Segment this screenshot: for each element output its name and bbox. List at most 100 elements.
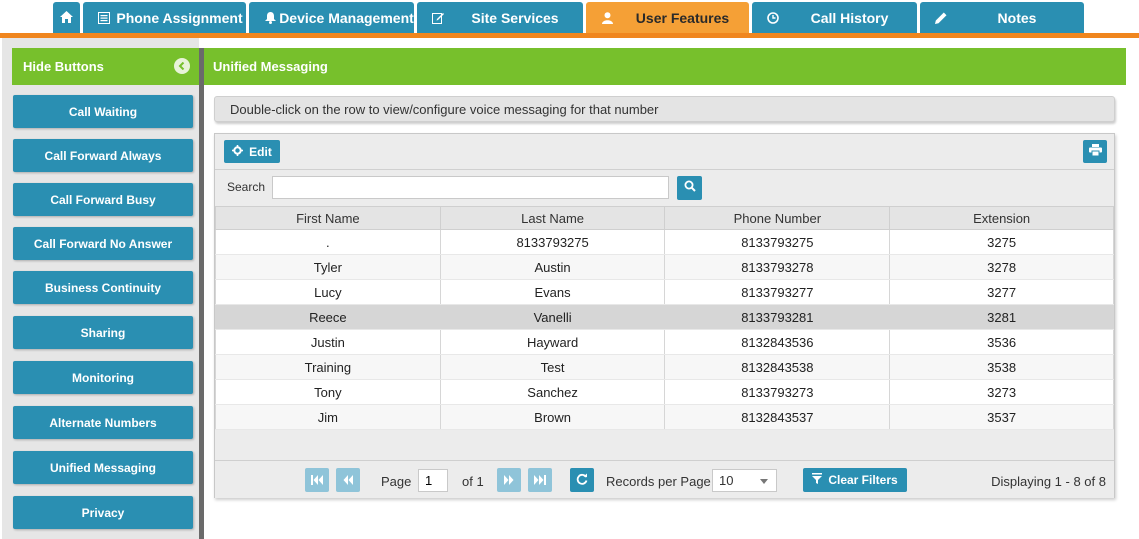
search-icon: [684, 179, 696, 197]
phone-table: First Name Last Name Phone Number Extens…: [215, 206, 1114, 430]
cell-extension: 3278: [889, 254, 1114, 280]
cell-extension: 3281: [889, 304, 1114, 330]
sidebar-btn-sharing[interactable]: Sharing: [13, 316, 193, 349]
table-row[interactable]: Tony Sanchez 8133793273 3273: [215, 379, 1114, 405]
sidebar-btn-call-forward-no-answer[interactable]: Call Forward No Answer: [13, 227, 193, 260]
first-page-icon: [311, 473, 323, 488]
cell-phone-number: 8132843537: [664, 404, 891, 430]
tab-call-history[interactable]: Call History: [752, 2, 917, 33]
refresh-button[interactable]: [570, 468, 594, 492]
next-page-icon: [504, 473, 514, 488]
cell-extension: 3537: [889, 404, 1114, 430]
cell-phone-number: 8133793275: [664, 229, 891, 255]
tab-device-management[interactable]: Device Management: [249, 2, 414, 33]
sidebar-btn-unified-messaging[interactable]: Unified Messaging: [13, 451, 193, 484]
clock-icon: [764, 11, 782, 24]
cell-first-name: Tyler: [215, 254, 441, 280]
cell-phone-number: 8133793281: [664, 304, 891, 330]
cell-first-name: Justin: [215, 329, 441, 355]
tab-label: User Features: [635, 9, 730, 26]
table-row-selected[interactable]: Reece Vanelli 8133793281 3281: [215, 304, 1114, 330]
table-row[interactable]: Training Test 8132843538 3538: [215, 354, 1114, 380]
search-button[interactable]: [677, 176, 702, 200]
cell-last-name: Test: [439, 354, 666, 380]
clear-filters-button[interactable]: Clear Filters: [803, 468, 907, 492]
last-page-button[interactable]: [528, 468, 552, 492]
last-page-icon: [534, 473, 546, 488]
cell-extension: 3273: [889, 379, 1114, 405]
first-page-button[interactable]: [305, 468, 329, 492]
sidebar-btn-call-forward-always[interactable]: Call Forward Always: [13, 139, 193, 172]
tab-label: Notes: [997, 9, 1037, 26]
next-page-button[interactable]: [497, 468, 521, 492]
column-header-first-name[interactable]: First Name: [215, 206, 441, 230]
tab-site-services[interactable]: Site Services: [417, 2, 583, 33]
hide-buttons-toggle[interactable]: Hide Buttons: [12, 48, 199, 85]
home-icon: [60, 10, 73, 26]
table-row[interactable]: Justin Hayward 8132843536 3536: [215, 329, 1114, 355]
sidebar-btn-call-forward-busy[interactable]: Call Forward Busy: [13, 183, 193, 216]
cell-extension: 3275: [889, 229, 1114, 255]
print-button[interactable]: [1083, 140, 1107, 163]
panel-divider: [199, 48, 204, 539]
sidebar: Hide Buttons Call Waiting Call Forward A…: [2, 38, 199, 539]
cell-first-name: Jim: [215, 404, 441, 430]
instruction-text: Double-click on the row to view/configur…: [214, 96, 1115, 122]
sidebar-btn-monitoring[interactable]: Monitoring: [13, 361, 193, 394]
cell-first-name: Tony: [215, 379, 441, 405]
cell-last-name: Evans: [439, 279, 666, 305]
tab-phone-assignment[interactable]: Phone Assignment: [83, 2, 246, 33]
column-header-phone-number[interactable]: Phone Number: [664, 206, 891, 230]
cell-first-name: Training: [215, 354, 441, 380]
page-count-label: of 1: [462, 474, 484, 489]
data-grid: Edit Search First Name Last Name Phone N…: [214, 133, 1115, 498]
tab-label: Device Management: [279, 9, 414, 26]
cell-first-name: .: [215, 229, 441, 255]
cell-extension: 3277: [889, 279, 1114, 305]
printer-icon: [1088, 143, 1102, 161]
edit-icon: [429, 12, 447, 24]
records-per-page-select[interactable]: 10: [712, 469, 777, 492]
cell-last-name: Brown: [439, 404, 666, 430]
pencil-icon: [932, 12, 950, 24]
cell-phone-number: 8133793273: [664, 379, 891, 405]
gear-icon: [232, 144, 244, 159]
records-per-page-value: 10: [719, 473, 734, 488]
cell-last-name: Vanelli: [439, 304, 666, 330]
tab-label: Site Services: [471, 9, 559, 26]
cell-phone-number: 8133793277: [664, 279, 891, 305]
edit-button[interactable]: Edit: [224, 140, 280, 163]
search-input[interactable]: [272, 176, 669, 199]
sidebar-btn-call-waiting[interactable]: Call Waiting: [13, 95, 193, 128]
table-row[interactable]: Lucy Evans 8133793277 3277: [215, 279, 1114, 305]
tab-home[interactable]: [53, 2, 80, 33]
sidebar-btn-business-continuity[interactable]: Business Continuity: [13, 271, 193, 304]
table-row[interactable]: . 8133793275 8133793275 3275: [215, 229, 1114, 255]
cell-phone-number: 8133793278: [664, 254, 891, 280]
tab-label: Call History: [810, 9, 889, 26]
sidebar-btn-alternate-numbers[interactable]: Alternate Numbers: [13, 406, 193, 439]
sidebar-btn-privacy[interactable]: Privacy: [13, 496, 193, 529]
column-header-last-name[interactable]: Last Name: [439, 206, 666, 230]
cell-phone-number: 8132843538: [664, 354, 891, 380]
page-number-input[interactable]: [418, 469, 448, 492]
prev-page-button[interactable]: [336, 468, 360, 492]
cell-first-name: Reece: [215, 304, 441, 330]
sidebar-header-label: Hide Buttons: [23, 59, 104, 74]
edit-button-label: Edit: [249, 144, 272, 159]
cell-last-name: Austin: [439, 254, 666, 280]
records-per-page-label: Records per Page: [606, 474, 711, 489]
tab-label: Phone Assignment: [116, 9, 243, 26]
table-row[interactable]: Tyler Austin 8133793278 3278: [215, 254, 1114, 280]
page-title: Unified Messaging: [204, 48, 1126, 85]
tab-user-features[interactable]: User Features: [586, 2, 749, 33]
column-header-extension[interactable]: Extension: [889, 206, 1114, 230]
cell-extension: 3538: [889, 354, 1114, 380]
prev-page-icon: [343, 473, 353, 488]
chevron-left-icon[interactable]: [174, 58, 190, 74]
displaying-count: Displaying 1 - 8 of 8: [991, 474, 1106, 489]
tab-notes[interactable]: Notes: [920, 2, 1084, 33]
cell-extension: 3536: [889, 329, 1114, 355]
cell-last-name: 8133793275: [439, 229, 666, 255]
table-row[interactable]: Jim Brown 8132843537 3537: [215, 404, 1114, 430]
